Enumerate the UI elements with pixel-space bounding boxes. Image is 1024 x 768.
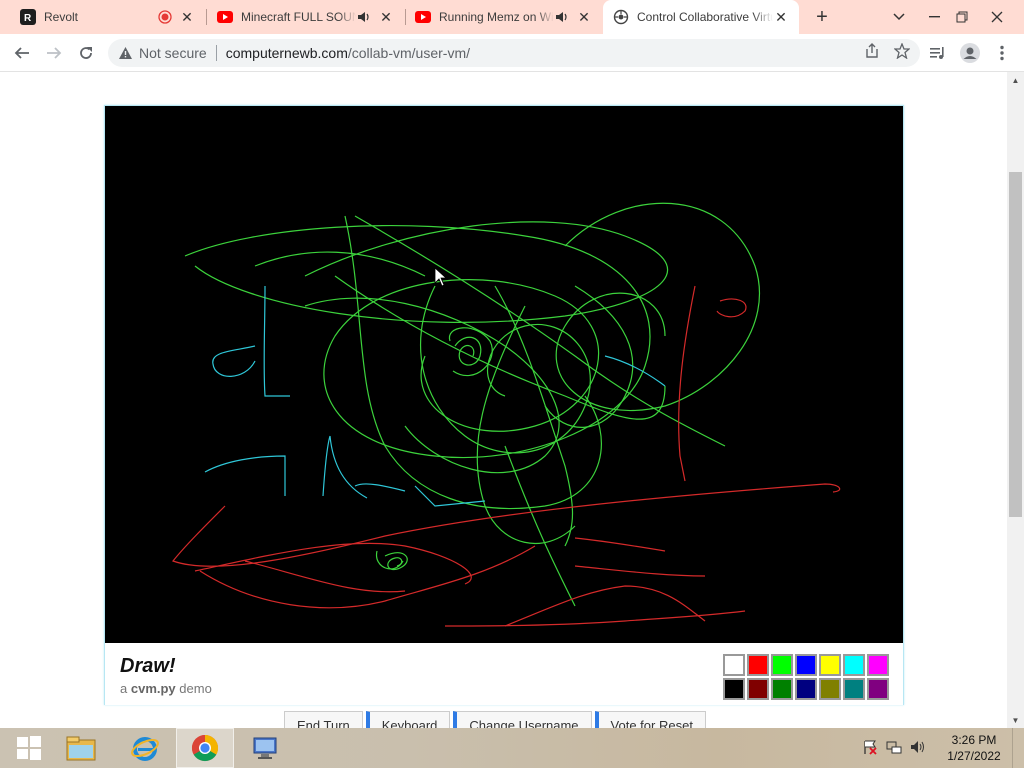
close-icon[interactable]: ✕ bbox=[179, 9, 195, 25]
change-username-button[interactable]: Change Username bbox=[453, 711, 592, 728]
menu-kebab-icon[interactable] bbox=[988, 39, 1016, 67]
recording-icon bbox=[157, 10, 173, 24]
vote-reset-button[interactable]: Vote for Reset bbox=[594, 711, 706, 728]
bookmark-star-icon[interactable] bbox=[893, 42, 911, 62]
youtube-icon bbox=[415, 9, 431, 25]
tab-title: Control Collaborative Virtual Machines bbox=[637, 10, 773, 24]
internet-explorer-icon[interactable] bbox=[116, 728, 174, 768]
color-swatch[interactable] bbox=[843, 654, 865, 676]
end-turn-button[interactable]: End Turn bbox=[284, 711, 363, 728]
color-swatch[interactable] bbox=[819, 678, 841, 700]
reload-button[interactable] bbox=[72, 39, 100, 67]
tab-memz[interactable]: Running Memz on Windows ✕ bbox=[405, 0, 602, 34]
color-palette bbox=[722, 653, 890, 701]
tab-search-icon[interactable] bbox=[882, 0, 916, 34]
start-button[interactable] bbox=[0, 728, 58, 768]
tab-collabvm[interactable]: Control Collaborative Virtual Machines ✕ bbox=[603, 0, 799, 34]
close-icon[interactable]: ✕ bbox=[378, 9, 394, 25]
page-content: Draw! a cvm.py demo End Turn Keyboard Ch… bbox=[0, 72, 1007, 728]
windows-taskbar: 3:26 PM 1/27/2022 bbox=[0, 728, 1024, 768]
tab-title: Revolt bbox=[44, 10, 79, 24]
url-text[interactable]: computernewb.com/collab-vm/user-vm/ bbox=[226, 45, 470, 61]
color-swatch[interactable] bbox=[771, 678, 793, 700]
vm-display: Draw! a cvm.py demo bbox=[104, 105, 904, 705]
network-icon[interactable] bbox=[886, 739, 902, 758]
profile-avatar-icon[interactable] bbox=[956, 39, 984, 67]
color-swatch[interactable] bbox=[747, 654, 769, 676]
mouse-cursor bbox=[434, 267, 448, 287]
app-subtitle: a cvm.py demo bbox=[120, 681, 212, 696]
restore-icon[interactable] bbox=[945, 0, 979, 34]
close-icon[interactable]: ✕ bbox=[576, 9, 592, 25]
scroll-thumb[interactable] bbox=[1009, 172, 1022, 517]
scroll-up-icon[interactable]: ▲ bbox=[1007, 72, 1024, 88]
color-swatch[interactable] bbox=[843, 678, 865, 700]
close-window-icon[interactable] bbox=[980, 0, 1014, 34]
action-center-flag-icon[interactable] bbox=[862, 739, 878, 758]
tab-strip: R Revolt ✕ Minecraft FULL SOUNDTRACK ✕ R… bbox=[0, 0, 1024, 34]
keyboard-button[interactable]: Keyboard bbox=[365, 711, 451, 728]
clock-date: 1/27/2022 bbox=[947, 749, 1001, 763]
speaker-icon[interactable] bbox=[554, 11, 570, 23]
color-swatch[interactable] bbox=[771, 654, 793, 676]
media-control-icon[interactable] bbox=[924, 39, 952, 67]
vm-controls: End Turn Keyboard Change Username Vote f… bbox=[284, 711, 706, 728]
vm-footer: Draw! a cvm.py demo bbox=[105, 643, 903, 705]
security-label[interactable]: Not secure bbox=[139, 45, 207, 61]
color-swatch[interactable] bbox=[747, 678, 769, 700]
speaker-icon[interactable] bbox=[356, 11, 372, 23]
address-bar[interactable]: Not secure computernewb.com/collab-vm/us… bbox=[108, 39, 920, 67]
browser-toolbar: Not secure computernewb.com/collab-vm/us… bbox=[0, 34, 1024, 72]
app-title: Draw! bbox=[120, 655, 176, 677]
back-button[interactable] bbox=[8, 39, 36, 67]
forward-button[interactable] bbox=[40, 39, 68, 67]
youtube-icon bbox=[217, 9, 233, 25]
color-swatch[interactable] bbox=[795, 654, 817, 676]
scribble-drawing bbox=[172, 202, 841, 627]
tab-title: Minecraft FULL SOUNDTRACK bbox=[241, 10, 356, 24]
svg-text:R: R bbox=[24, 13, 32, 24]
remote-desktop-icon[interactable] bbox=[236, 728, 294, 768]
color-swatch[interactable] bbox=[867, 678, 889, 700]
system-tray: 3:26 PM 1/27/2022 bbox=[862, 728, 1024, 768]
page-scrollbar[interactable]: ▲ ▼ bbox=[1007, 72, 1024, 728]
color-swatch[interactable] bbox=[795, 678, 817, 700]
color-swatch[interactable] bbox=[819, 654, 841, 676]
clock-time: 3:26 PM bbox=[951, 733, 997, 747]
draw-canvas[interactable] bbox=[105, 106, 903, 643]
tab-revolt[interactable]: R Revolt ✕ bbox=[10, 0, 205, 34]
chrome-icon[interactable] bbox=[176, 728, 234, 768]
volume-icon[interactable] bbox=[910, 739, 926, 758]
color-swatch[interactable] bbox=[723, 678, 745, 700]
warning-icon[interactable] bbox=[118, 46, 133, 60]
tab-title: Running Memz on Windows bbox=[439, 10, 554, 24]
tab-minecraft[interactable]: Minecraft FULL SOUNDTRACK ✕ bbox=[207, 0, 404, 34]
taskbar-clock[interactable]: 3:26 PM 1/27/2022 bbox=[936, 732, 1012, 764]
scroll-down-icon[interactable]: ▼ bbox=[1007, 712, 1024, 728]
revolt-icon: R bbox=[20, 9, 36, 25]
show-desktop-button[interactable] bbox=[1012, 728, 1024, 768]
share-icon[interactable] bbox=[864, 43, 880, 62]
close-icon[interactable]: ✕ bbox=[773, 9, 789, 25]
new-tab-button[interactable]: + bbox=[810, 5, 834, 29]
collabvm-icon bbox=[613, 9, 629, 25]
file-explorer-icon[interactable] bbox=[52, 728, 110, 768]
windows-logo-icon bbox=[17, 736, 41, 760]
color-swatch[interactable] bbox=[723, 654, 745, 676]
color-swatch[interactable] bbox=[867, 654, 889, 676]
